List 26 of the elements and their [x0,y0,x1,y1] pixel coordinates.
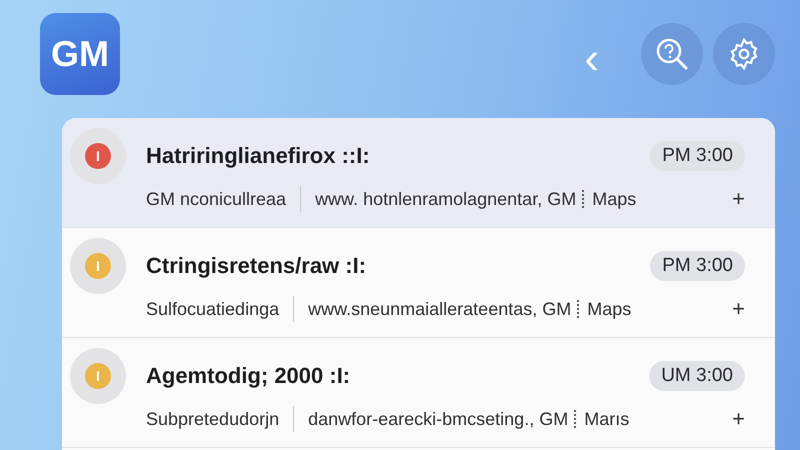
add-button[interactable]: + [732,186,745,212]
status-dot: I [85,253,111,279]
url-text: danwfor-earecki-bmcseting., GM [308,408,568,430]
help-search-icon [654,36,690,72]
sender-text: Sulfocuatiedinga [146,298,280,320]
time-pill: UM 3:00 [649,361,745,391]
message-row[interactable]: I Agemtodig; 2000 :I: UM 3:00 Subpretedudorjn danwfor-earecki-bmcseting., GM Marıs + [62,338,775,448]
add-button[interactable]: + [732,296,745,322]
message-title: Hatriringlianefirox ::I: [146,143,371,169]
status-dot: I [85,143,111,169]
add-button[interactable]: + [732,406,745,432]
message-row[interactable]: I Hatriringlianefirox ::I: PM 3:00 GM nconicullreaa www. hotnlenramolagnentar, GM Maps + [62,118,775,228]
service-text: Maps [592,188,636,210]
service-text: Maps [587,298,632,320]
service-text: Marıs [584,408,630,430]
status-dot: I [85,363,111,389]
message-title: Agemtodig; 2000 :I: [146,363,352,389]
url-text: www. hotnlenramolagnentar, GM [315,188,576,210]
sender-text: GM nconicullreaa [146,188,286,210]
time-pill: PM 3:00 [650,141,745,171]
url-text: www.sneunmaiallerateentas, GM [308,298,572,320]
message-row[interactable]: I Ctringisretens/raw :I: PM 3:00 Sulfocuatiedinga www.sneunmaiallerateentas, GM Maps + [62,228,775,338]
sender-text: Subpretedudorjn [146,408,280,430]
app-logo: GM [40,13,120,95]
time-pill: PM 3:00 [650,251,745,281]
message-title: Ctringisretens/raw :I: [146,253,368,279]
